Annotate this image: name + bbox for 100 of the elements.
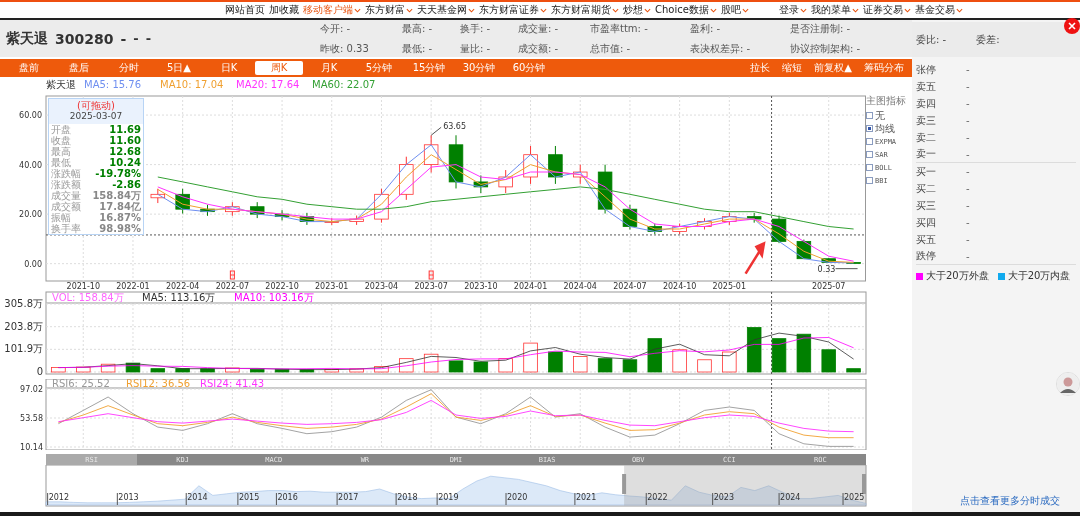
legend-label: 大于20万内盘 <box>1007 269 1071 283</box>
volume-legend-label: MA10: 103.16万 <box>234 292 314 303</box>
year-label: 2020 <box>507 493 528 502</box>
axis-label: 53.58 <box>20 414 43 423</box>
order-level-label: 卖三 <box>916 113 937 128</box>
date-label: 2023-07 <box>414 282 448 291</box>
quote-field: 量比: - <box>460 41 491 56</box>
tooltip-value: 12.68 <box>109 146 141 157</box>
tooltip-label: 成交额 <box>51 201 81 212</box>
order-level-label: 卖四 <box>916 96 937 111</box>
tooltip-value: 10.24 <box>109 157 141 168</box>
rsi-legend-label: RSI12: 36.56 <box>126 379 191 389</box>
order-level-value: - <box>966 183 970 194</box>
year-label: 2018 <box>397 493 418 502</box>
price-change-percent: - <box>145 31 152 46</box>
order-ratio-field: 委比: - <box>916 32 947 47</box>
tooltip-label: 最低 <box>51 157 71 168</box>
ma-legend-label: MA20: 17.64 <box>236 79 300 90</box>
legend-label: 大于20万外盘 <box>926 269 989 283</box>
quote-field: 盈利: - <box>690 21 721 36</box>
axis-label: 60.00 <box>19 111 42 121</box>
date-label: 2025-01 <box>712 282 747 291</box>
tooltip-value: 11.60 <box>109 135 141 146</box>
order-level-value: - <box>966 200 970 211</box>
year-label: 2022 <box>647 493 668 502</box>
stock-code: 300280 <box>55 30 114 47</box>
order-level-value: - <box>966 250 970 262</box>
tooltip-date: 2025-03-07 <box>49 111 143 124</box>
tooltip-value: 17.84亿 <box>99 201 141 212</box>
year-label: 2014 <box>187 493 208 502</box>
quote-field: 市盈率ttm: - <box>590 21 648 36</box>
year-label: 2015 <box>238 493 260 502</box>
order-level-value: - <box>966 166 970 177</box>
quote-field: 最低: - <box>402 41 433 56</box>
quote-field: 是否注册制: - <box>790 21 851 36</box>
stock-name: 紫天退 <box>6 29 48 48</box>
quote-field: 昨收: 0.33 <box>320 41 369 56</box>
year-label: 2021 <box>575 493 597 502</box>
quote-field: 最高: - <box>402 21 433 36</box>
tooltip-value: 16.87% <box>99 212 141 223</box>
quote-field: 总市值: - <box>590 41 631 56</box>
order-level-label: 卖五 <box>916 79 937 94</box>
order-ratio-field: 委差: <box>976 32 1000 47</box>
axis-label: 101.9万 <box>4 343 43 355</box>
quote-field: 成交量: - <box>518 21 559 36</box>
order-level-label: 买三 <box>916 198 937 213</box>
max-price-label: 63.65 <box>443 122 467 132</box>
indicator-panel-title: 主图指标 <box>866 94 907 108</box>
order-level-value: - <box>966 81 970 92</box>
tooltip-value: 11.69 <box>109 124 141 135</box>
year-label: 2012 <box>48 493 69 502</box>
year-label: 2024 <box>780 493 801 502</box>
year-label: 2013 <box>118 493 139 502</box>
order-level-value: - <box>966 217 970 228</box>
order-level-label: 买二 <box>916 181 937 196</box>
order-level-label: 卖二 <box>916 130 937 145</box>
year-label: 2019 <box>438 493 459 502</box>
date-label: 2024-10 <box>662 282 697 291</box>
tooltip-value: 158.84万 <box>92 190 141 201</box>
year-label: 2016 <box>277 493 298 502</box>
year-label: 2025 <box>844 493 865 502</box>
axis-label: 10.14 <box>20 443 43 450</box>
quote-field: 换手: - <box>460 21 491 36</box>
quote-field: 成交额: - <box>518 41 559 56</box>
year-label: 2023 <box>713 493 734 502</box>
tooltip-label: 最高 <box>51 146 71 157</box>
date-label: 2023-01 <box>315 282 349 291</box>
order-level-label: 卖一 <box>916 147 937 161</box>
order-level-value: - <box>966 98 970 109</box>
tooltip-label: 换手率 <box>51 223 81 234</box>
order-level-value: - <box>966 64 970 75</box>
chart-legend-name: 紫天退 <box>46 79 76 90</box>
rsi-legend-label: RSI6: 25.52 <box>52 379 110 389</box>
tooltip-value: -19.78% <box>95 168 141 179</box>
date-label: 2021-10 <box>66 282 100 291</box>
min-price-label: 0.33 <box>817 264 836 274</box>
tooltip-label: 收盘 <box>51 135 71 146</box>
stock-price: - <box>120 30 127 47</box>
order-level-label: 买五 <box>916 232 937 247</box>
tooltip-label: 涨跌幅 <box>51 168 81 179</box>
price-change: - <box>133 31 139 46</box>
axis-label: 20.00 <box>19 210 42 220</box>
order-level-value: - <box>966 148 970 160</box>
volume-legend-label: VOL: 158.84万 <box>52 292 124 303</box>
date-label: 2023-10 <box>464 282 498 291</box>
tooltip-label: 开盘 <box>51 124 71 135</box>
date-label: 2022-04 <box>165 282 200 291</box>
ma-legend-label: MA10: 17.04 <box>160 79 224 90</box>
volume-legend-label: MA5: 113.16万 <box>142 292 216 303</box>
rsi-legend-label: RSI24: 41.43 <box>200 379 265 389</box>
date-label: 2022-07 <box>215 282 250 291</box>
quote-field: 表决权差异: - <box>690 41 751 56</box>
tooltip-label: 涨跌额 <box>51 179 81 190</box>
axis-label: 0 <box>36 366 43 375</box>
order-level-label: 买四 <box>916 215 937 230</box>
date-label: 2024-07 <box>613 282 647 291</box>
order-level-label: 张停 <box>916 62 937 77</box>
ma-legend-label: MA5: 15.76 <box>84 79 141 90</box>
date-label: 2022-10 <box>265 282 299 291</box>
date-label: 2025-07 <box>812 282 846 291</box>
